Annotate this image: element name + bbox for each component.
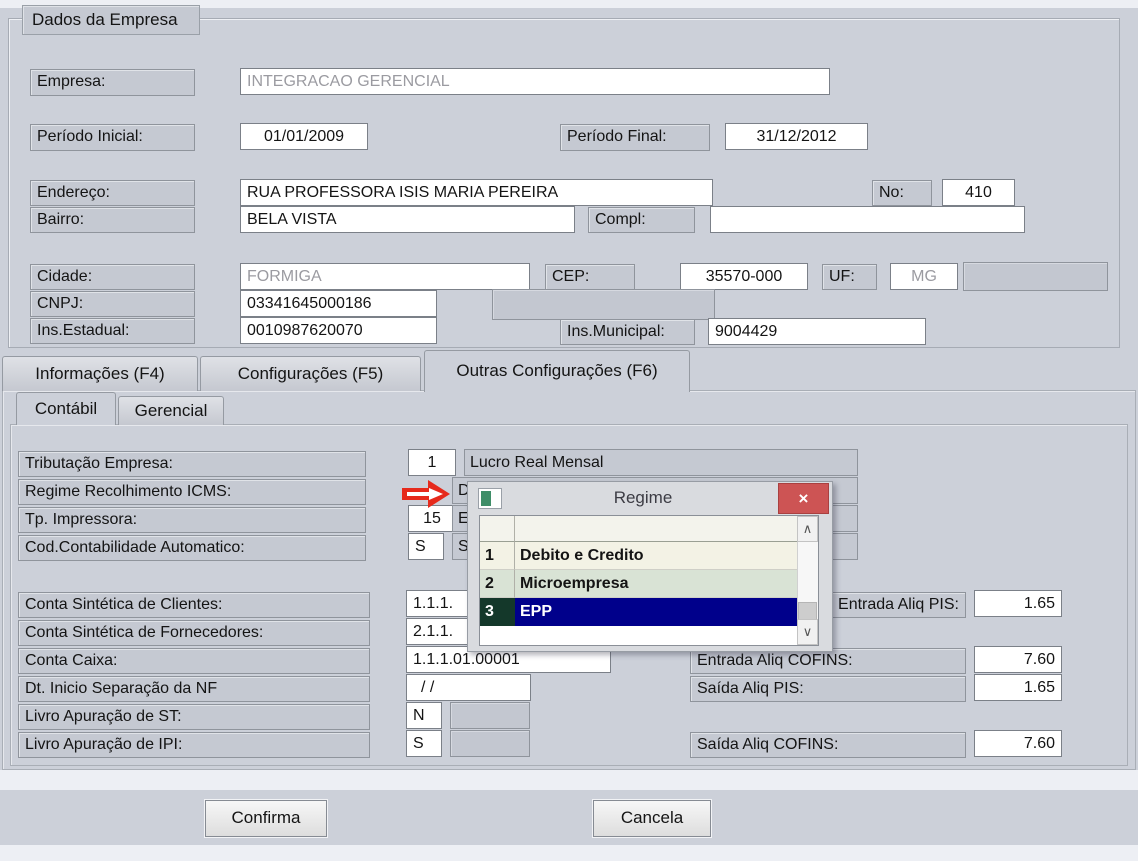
scroll-down-icon[interactable]: ∨ [797, 619, 818, 645]
conta-caixa-label: Conta Caixa: [18, 648, 370, 674]
tributacao-label: Tributação Empresa: [18, 451, 366, 477]
tab-informacoes[interactable]: Informações (F4) [2, 356, 198, 391]
tp-impressora-label: Tp. Impressora: [18, 507, 366, 533]
periodo-inicial-label: Período Inicial: [30, 124, 195, 151]
regime-row-name[interactable]: Debito e Credito [515, 542, 797, 570]
numero-field[interactable]: 410 [942, 179, 1015, 206]
regime-row-name[interactable]: Microempresa [515, 570, 797, 598]
dialog-close-button[interactable]: × [778, 483, 829, 514]
entrada-aliq-cofins-field[interactable]: 7.60 [974, 646, 1062, 673]
livro-st-field[interactable]: N [406, 702, 442, 729]
ins-estadual-label: Ins.Estadual: [30, 318, 195, 344]
groupbox-title: Dados da Empresa [22, 5, 200, 35]
bairro-label: Bairro: [30, 207, 195, 233]
grid-header-name [515, 516, 797, 542]
livro-ipi-label: Livro Apuração de IPI: [18, 732, 370, 758]
periodo-final-field[interactable]: 31/12/2012 [725, 123, 868, 150]
ins-municipal-field[interactable]: 9004429 [708, 318, 926, 345]
scroll-up-icon[interactable]: ∧ [797, 516, 818, 542]
cnpj-label: CNPJ: [30, 291, 195, 317]
conta-fornecedores-label: Conta Sintética de Fornecedores: [18, 620, 370, 646]
dados-da-empresa-window: Dados da Empresa Empresa: INTEGRACAO GER… [0, 0, 1138, 861]
endereco-field[interactable]: RUA PROFESSORA ISIS MARIA PEREIRA [240, 179, 713, 206]
livro-st-disabled-field [450, 702, 530, 729]
cnpj-field[interactable]: 03341645000186 [240, 290, 437, 317]
cancela-button[interactable]: Cancela [593, 800, 711, 837]
subtab-gerencial[interactable]: Gerencial [118, 396, 224, 425]
saida-aliq-cofins-field[interactable]: 7.60 [974, 730, 1062, 757]
regime-grid: 1 Debito e Credito 2 Microempresa 3 EPP … [479, 515, 819, 646]
tp-impressora-code-field[interactable]: 15 [408, 505, 456, 532]
cnpj-extra-disabled-field [492, 289, 715, 320]
uf-extra-disabled-field [963, 262, 1108, 291]
cep-field[interactable]: 35570-000 [680, 263, 808, 290]
grid-header-code [480, 516, 515, 542]
cod-contabilidade-code-field[interactable]: S [408, 533, 444, 560]
empresa-label: Empresa: [30, 69, 195, 96]
periodo-final-label: Período Final: [560, 124, 710, 151]
bairro-field[interactable]: BELA VISTA [240, 206, 575, 233]
saida-aliq-cofins-label: Saída Aliq COFINS: [690, 732, 966, 758]
regime-row-code[interactable]: 2 [480, 570, 515, 598]
cidade-field[interactable]: FORMIGA [240, 263, 530, 290]
tab-outras-configuracoes[interactable]: Outras Configurações (F6) [424, 350, 690, 392]
cidade-label: Cidade: [30, 264, 195, 290]
saida-aliq-pis-field[interactable]: 1.65 [974, 674, 1062, 701]
cep-label: CEP: [545, 264, 635, 290]
endereco-label: Endereço: [30, 180, 195, 206]
periodo-inicial-field[interactable]: 01/01/2009 [240, 123, 368, 150]
livro-st-label: Livro Apuração de ST: [18, 704, 370, 730]
bottom-strip [0, 845, 1138, 861]
dialog-title: Regime [508, 482, 778, 514]
livro-ipi-disabled-field [450, 730, 530, 757]
entrada-aliq-pis-field[interactable]: 1.65 [974, 590, 1062, 617]
uf-field[interactable]: MG [890, 263, 958, 290]
complemento-label: Compl: [588, 207, 695, 233]
saida-aliq-pis-label: Saída Aliq PIS: [690, 676, 966, 702]
mid-divider-strip [0, 770, 1138, 790]
conta-clientes-label: Conta Sintética de Clientes: [18, 592, 370, 618]
tab-configuracoes[interactable]: Configurações (F5) [200, 356, 421, 391]
uf-label: UF: [822, 264, 877, 290]
regime-row-code-selected[interactable]: 3 [480, 598, 515, 626]
tributacao-code-field[interactable]: 1 [408, 449, 456, 476]
ins-estadual-field[interactable]: 0010987620070 [240, 317, 437, 344]
cod-contabilidade-label: Cod.Contabilidade Automatico: [18, 535, 366, 561]
subtab-contabil[interactable]: Contábil [16, 392, 116, 425]
dt-inicio-nf-label: Dt. Inicio Separação da NF [18, 676, 370, 702]
ins-municipal-label: Ins.Municipal: [560, 319, 695, 345]
complemento-field[interactable] [710, 206, 1025, 233]
regime-icms-label: Regime Recolhimento ICMS: [18, 479, 366, 505]
red-arrow-icon [400, 479, 452, 509]
confirma-button[interactable]: Confirma [205, 800, 327, 837]
livro-ipi-field[interactable]: S [406, 730, 442, 757]
regime-row-name-selected[interactable]: EPP [515, 598, 797, 626]
tributacao-desc-field: Lucro Real Mensal [464, 449, 858, 476]
empresa-field[interactable]: INTEGRACAO GERENCIAL [240, 68, 830, 95]
numero-label: No: [872, 180, 932, 206]
regime-row-code[interactable]: 1 [480, 542, 515, 570]
dialog-app-icon [478, 488, 502, 509]
regime-dialog: Regime × 1 Debito e Credito 2 Microempre… [467, 481, 833, 652]
dt-inicio-nf-field[interactable]: / / [406, 674, 531, 701]
